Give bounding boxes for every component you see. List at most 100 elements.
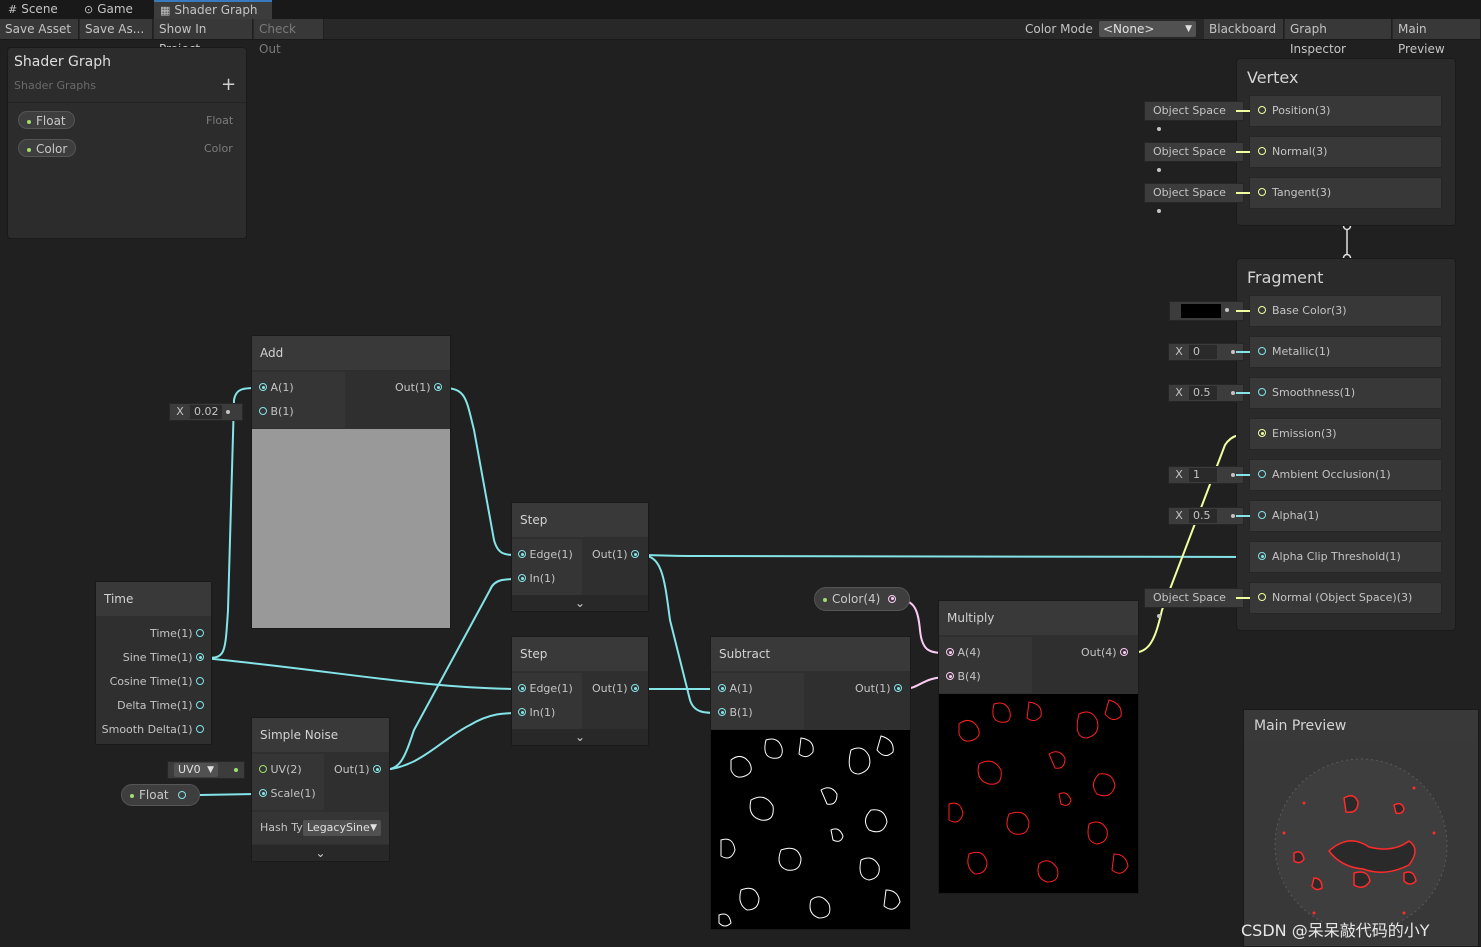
fragment-slot-metallic[interactable]: Metallic(1)	[1249, 336, 1442, 368]
add-preview	[252, 429, 450, 628]
port-icon	[1258, 106, 1266, 114]
multiply-port-a[interactable]: A(4)	[946, 645, 981, 661]
add-b-value-field[interactable]: X 0.02	[169, 403, 243, 421]
port-connected-icon	[718, 684, 726, 692]
edge-float-to-noise-scale	[199, 793, 259, 796]
port-connected-icon	[1258, 552, 1266, 560]
port-connected-icon	[259, 789, 267, 797]
subtract-preview	[711, 730, 910, 929]
fragment-slot-alpha[interactable]: Alpha(1)	[1249, 500, 1442, 532]
connector-dot-icon	[1230, 514, 1235, 518]
noise-port-uv[interactable]: UV(2)	[259, 762, 302, 778]
vertex-slot-position[interactable]: Position(3)	[1249, 95, 1442, 127]
property-dot-icon	[823, 597, 827, 602]
subtract-port-b[interactable]: B(1)	[718, 705, 753, 721]
vertex-slot-normal[interactable]: Normal(3)	[1249, 136, 1442, 168]
watermark-text: CSDN @呆呆敲代码的小Y	[1241, 921, 1430, 940]
port-icon	[1258, 306, 1266, 314]
noise-uv-control[interactable]: UV0 ▼	[167, 761, 245, 779]
port-connected-icon	[1120, 648, 1129, 656]
multiply-port-out[interactable]: Out(4)	[1081, 645, 1129, 661]
time-port-sine[interactable]: Sine Time(1)	[123, 650, 204, 666]
port-connected-icon	[518, 684, 526, 692]
edge-sine-to-step2-edge	[202, 657, 519, 690]
port-icon	[1258, 347, 1266, 355]
multiply-preview	[939, 694, 1138, 893]
vertex-title: Vertex	[1247, 68, 1299, 87]
port-icon	[259, 407, 267, 415]
port-connected-icon	[518, 550, 526, 558]
subtract-port-out[interactable]: Out(1)	[855, 681, 903, 697]
step-expand-chevron-icon[interactable]: ⌄	[512, 595, 648, 611]
port-connected-icon	[631, 550, 640, 558]
add-port-a[interactable]: A(1)	[259, 380, 294, 396]
add-port-b[interactable]: B(1)	[259, 404, 294, 420]
time-port-smooth-delta[interactable]: Smooth Delta(1)	[102, 722, 204, 738]
fragment-slot-alpha-clip-threshold[interactable]: Alpha Clip Threshold(1)	[1249, 541, 1442, 573]
connector-dot-icon	[1157, 614, 1161, 618]
color-property-node[interactable]: Color(4)	[814, 587, 910, 611]
smoothness-value-field[interactable]: X 0.5	[1168, 384, 1244, 402]
time-port-delta[interactable]: Delta Time(1)	[117, 698, 204, 714]
alpha-value-field[interactable]: X 0.5	[1168, 507, 1244, 525]
port-connected-icon	[373, 765, 382, 773]
time-node-title: Time	[96, 582, 211, 616]
connector-dot-icon	[1157, 127, 1161, 131]
float-property-node[interactable]: Float	[121, 784, 200, 806]
time-port-time[interactable]: Time(1)	[150, 626, 204, 642]
metallic-value-field[interactable]: X0	[1168, 343, 1244, 361]
step-port-in[interactable]: In(1)	[518, 571, 555, 587]
base-color-swatch[interactable]	[1181, 304, 1221, 318]
step-port-edge[interactable]: Edge(1)	[518, 681, 573, 697]
vertex-wire-stubs	[1236, 110, 1250, 194]
add-node-title: Add	[252, 336, 450, 370]
object-space-field[interactable]: Object Space	[1144, 588, 1244, 618]
main-preview-title: Main Preview	[1254, 718, 1347, 734]
edge-add-out-to-step1-edge	[442, 387, 519, 556]
time-port-cosine[interactable]: Cosine Time(1)	[110, 674, 204, 690]
step-port-out[interactable]: Out(1)	[592, 547, 640, 563]
noise-port-scale[interactable]: Scale(1)	[259, 786, 316, 802]
connector-dot-icon	[1230, 350, 1235, 354]
step-port-in[interactable]: In(1)	[518, 705, 555, 721]
multiply-port-b[interactable]: B(4)	[946, 669, 981, 685]
port-connected-icon	[888, 594, 897, 603]
connector-dot-icon	[233, 768, 238, 772]
step-node-title: Step	[512, 637, 648, 671]
port-icon	[1258, 188, 1266, 196]
subtract-port-a[interactable]: A(1)	[718, 681, 753, 697]
port-connected-icon	[946, 648, 954, 656]
connector-dot-icon	[1230, 391, 1235, 395]
vertex-slot-tangent[interactable]: Tangent(3)	[1249, 177, 1442, 209]
object-space-field[interactable]: Object Space	[1144, 101, 1244, 131]
port-icon	[196, 629, 204, 637]
port-icon	[1258, 511, 1266, 519]
noise-port-out[interactable]: Out(1)	[334, 762, 382, 778]
dropdown-arrow-icon: ▼	[370, 823, 377, 833]
fragment-slot-smoothness[interactable]: Smoothness(1)	[1249, 377, 1442, 409]
main-preview-sphere[interactable]	[1244, 743, 1478, 943]
step-expand-chevron-icon[interactable]: ⌄	[512, 729, 648, 745]
fragment-slot-normal-object-space[interactable]: Normal (Object Space)(3)	[1249, 582, 1442, 614]
object-space-field[interactable]: Object Space	[1144, 183, 1244, 213]
hash-type-select[interactable]: LegacySine ▼	[303, 820, 381, 836]
port-icon	[196, 677, 204, 685]
uv-channel-select[interactable]: UV0 ▼	[174, 763, 218, 777]
step-node-title: Step	[512, 503, 648, 537]
ambient-occlusion-value-field[interactable]: X1	[1168, 466, 1244, 484]
fragment-slot-emission[interactable]: Emission(3)	[1249, 418, 1442, 450]
add-port-out[interactable]: Out(1)	[395, 380, 443, 396]
connector-dot-icon	[1224, 308, 1229, 312]
fragment-slot-base-color[interactable]: Base Color(3)	[1249, 295, 1442, 327]
dropdown-arrow-icon: ▼	[207, 765, 214, 775]
step-port-out[interactable]: Out(1)	[592, 681, 640, 697]
object-space-field[interactable]: Object Space	[1144, 142, 1244, 172]
simple-noise-title: Simple Noise	[252, 718, 389, 752]
step-port-edge[interactable]: Edge(1)	[518, 547, 573, 563]
fragment-slot-ambient-occlusion[interactable]: Ambient Occlusion(1)	[1249, 459, 1442, 491]
base-color-field[interactable]	[1169, 301, 1244, 321]
port-icon	[1258, 593, 1266, 601]
noise-expand-chevron-icon[interactable]: ⌄	[252, 845, 389, 861]
port-connected-icon	[946, 672, 954, 680]
fragment-wire-stubs	[1236, 310, 1250, 599]
